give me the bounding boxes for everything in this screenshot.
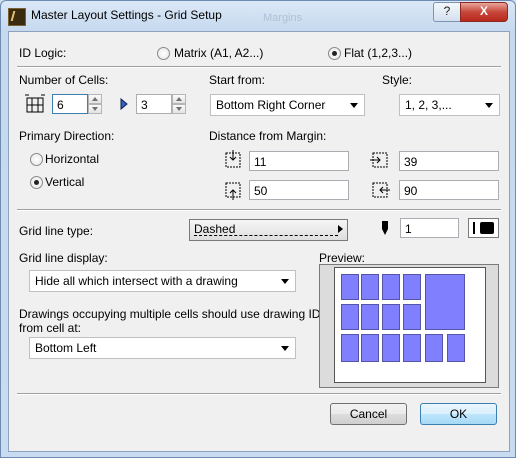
direction-vertical-label[interactable]: Vertical: [45, 175, 84, 189]
chevron-down-icon: [350, 103, 358, 108]
pen-weight-button[interactable]: [468, 218, 499, 238]
ok-button[interactable]: OK: [420, 403, 497, 425]
rows-stepper[interactable]: [172, 94, 186, 114]
grid-line-type-picker[interactable]: Dashed: [189, 219, 348, 241]
start-from-label: Start from:: [209, 73, 266, 87]
separator: [17, 209, 501, 211]
title-bar[interactable]: Master Layout Settings - Grid Setup Marg…: [1, 1, 515, 31]
multi-cell-value: Bottom Left: [35, 341, 97, 355]
preview-cell: [447, 334, 465, 362]
chevron-down-icon: [281, 346, 289, 351]
preview-label: Preview:: [319, 251, 366, 265]
pen-number-input[interactable]: 1: [400, 218, 459, 238]
margin-top-icon: [225, 150, 241, 168]
grid-line-display-dropdown[interactable]: Hide all which intersect with a drawing: [29, 270, 296, 292]
primary-direction-label: Primary Direction:: [19, 129, 115, 143]
margin-left-icon: [370, 152, 388, 168]
columns-stepper-up[interactable]: [88, 94, 102, 104]
columns-stepper-down[interactable]: [88, 104, 102, 114]
preview-sheet: [334, 267, 486, 383]
distance-from-margin-label: Distance from Margin:: [209, 129, 327, 143]
preview-cell: [403, 334, 421, 362]
style-dropdown[interactable]: 1, 2, 3,...: [399, 94, 500, 116]
number-of-cells-label: Number of Cells:: [19, 73, 109, 87]
grid-line-type-label: Grid line type:: [19, 224, 94, 238]
close-button[interactable]: X: [460, 2, 508, 22]
chevron-down-icon: [485, 103, 493, 108]
help-button[interactable]: ?: [433, 2, 461, 22]
id-logic-label: ID Logic:: [19, 46, 67, 60]
direction-horizontal-label[interactable]: Horizontal: [45, 152, 99, 166]
margin-bottom-input[interactable]: 50: [249, 180, 349, 200]
id-logic-matrix-label[interactable]: Matrix (A1, A2...): [174, 46, 263, 60]
margin-right-input[interactable]: 90: [399, 180, 499, 200]
margin-right-icon: [372, 182, 390, 198]
dialog-window: Master Layout Settings - Grid Setup Marg…: [0, 0, 516, 458]
preview-cell: [382, 334, 400, 362]
preview-cell: [341, 334, 359, 362]
separator: [17, 66, 501, 68]
preview-cell: [382, 274, 400, 300]
grid-line-type-value: Dashed: [194, 222, 236, 236]
start-from-value: Bottom Right Corner: [216, 98, 326, 112]
multi-cell-label-line1: Drawings occupying multiple cells should…: [19, 307, 321, 321]
margin-bottom-icon: [225, 182, 241, 200]
id-logic-matrix-radio[interactable]: [157, 47, 170, 60]
columns-count-input[interactable]: 6: [52, 94, 88, 114]
columns-stepper[interactable]: [88, 94, 102, 114]
rows-arrow-icon: [120, 97, 128, 111]
dialog-content: ID Logic: Matrix (A1, A2...) Flat (1,2,3…: [8, 31, 510, 452]
rows-count-input[interactable]: 3: [136, 94, 172, 114]
window-title: Master Layout Settings - Grid Setup: [31, 8, 222, 22]
start-from-dropdown[interactable]: Bottom Right Corner: [210, 94, 365, 116]
preview-cell: [425, 334, 443, 362]
grid-line-display-value: Hide all which intersect with a drawing: [35, 274, 238, 288]
preview-cell: [361, 304, 379, 330]
app-logo-icon: [8, 8, 26, 26]
id-logic-flat-label[interactable]: Flat (1,2,3...): [344, 46, 412, 60]
style-label: Style:: [382, 73, 413, 87]
preview-cell: [361, 274, 379, 300]
dashed-line-sample: [194, 235, 338, 236]
direction-vertical-radio[interactable]: [30, 176, 43, 189]
preview-cell: [403, 274, 421, 300]
multi-cell-label-line2: from cell at:: [19, 321, 82, 335]
grid-line-display-label: Grid line display:: [19, 251, 108, 265]
margin-top-input[interactable]: 11: [249, 151, 349, 171]
preview-cell: [403, 304, 421, 330]
preview-cell: [341, 274, 359, 300]
margin-left-input[interactable]: 39: [399, 151, 499, 171]
chevron-right-icon: [338, 225, 343, 233]
pen-weight-bar: [473, 222, 475, 234]
background-window-text: Margins: [263, 12, 303, 24]
separator: [17, 393, 501, 395]
preview-panel: [319, 264, 499, 388]
grid-columns-icon: [25, 94, 45, 113]
preview-cell-merged: [425, 274, 465, 330]
cancel-button[interactable]: Cancel: [330, 403, 407, 425]
id-logic-flat-radio[interactable]: [328, 47, 341, 60]
pen-color-swatch: [480, 222, 494, 234]
rows-stepper-up[interactable]: [172, 94, 186, 104]
style-value: 1, 2, 3,...: [405, 98, 452, 112]
chevron-down-icon: [281, 279, 289, 284]
preview-cell: [382, 304, 400, 330]
multi-cell-dropdown[interactable]: Bottom Left: [29, 337, 296, 359]
preview-cell: [361, 334, 379, 362]
pen-icon: [382, 221, 388, 235]
direction-horizontal-radio[interactable]: [30, 153, 43, 166]
rows-stepper-down[interactable]: [172, 104, 186, 114]
preview-cell: [341, 304, 359, 330]
